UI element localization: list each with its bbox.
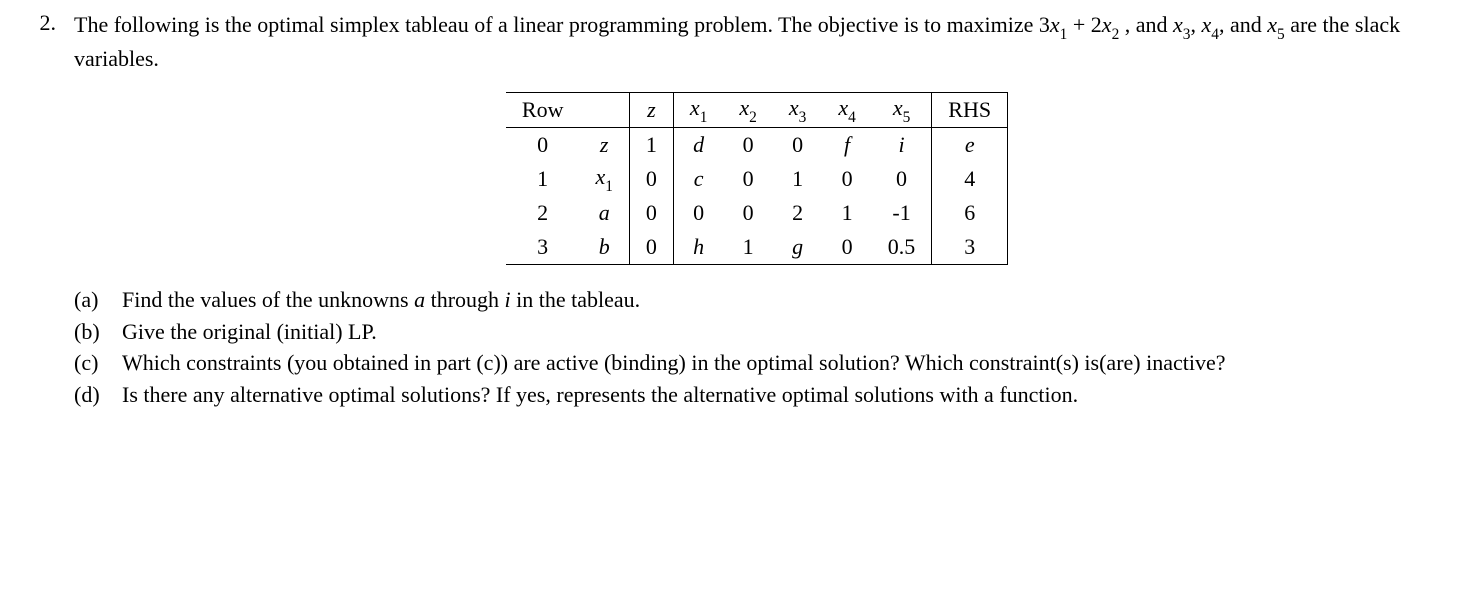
cell-rhs: 6: [932, 196, 1008, 230]
cell-rhs: 4: [932, 162, 1008, 196]
cell-basic: z: [579, 127, 629, 162]
header-row-label: Row: [506, 92, 580, 127]
cell-z: 1: [629, 127, 673, 162]
cell-basic: a: [579, 196, 629, 230]
cell-z: 0: [629, 196, 673, 230]
cell-x3: 1: [773, 162, 822, 196]
cell-x4: 1: [822, 196, 871, 230]
subpart-text: Is there any alternative optimal solutio…: [122, 380, 1440, 410]
cell-x3: g: [773, 230, 822, 265]
subpart-text: Which constraints (you obtained in part …: [122, 348, 1440, 378]
cell-x3: 0: [773, 127, 822, 162]
header-x2: x2: [723, 92, 772, 127]
cell-x1: c: [673, 162, 723, 196]
cell-x4: 0: [822, 230, 871, 265]
cell-z: 0: [629, 230, 673, 265]
subpart-b: (b) Give the original (initial) LP.: [74, 317, 1440, 347]
subpart-d: (d) Is there any alternative optimal sol…: [74, 380, 1440, 410]
subparts: (a) Find the values of the unknowns a th…: [74, 285, 1440, 410]
header-x1: x1: [673, 92, 723, 127]
cell-x1: d: [673, 127, 723, 162]
problem-content: The following is the optimal simplex tab…: [74, 10, 1440, 412]
tableau-header-row: Row z x1 x2 x3 x4 x5 RHS: [506, 92, 1008, 127]
subpart-a: (a) Find the values of the unknowns a th…: [74, 285, 1440, 315]
header-z: z: [629, 92, 673, 127]
cell-x1: h: [673, 230, 723, 265]
cell-x4: 0: [822, 162, 871, 196]
problem-number: 2.: [30, 10, 56, 36]
subpart-label: (d): [74, 380, 110, 410]
subpart-text: Find the values of the unknowns a throug…: [122, 285, 1440, 315]
cell-basic: x1: [579, 162, 629, 196]
header-rhs: RHS: [932, 92, 1008, 127]
cell-x2: 1: [723, 230, 772, 265]
cell-x2: 0: [723, 196, 772, 230]
cell-x1: 0: [673, 196, 723, 230]
cell-rownum: 2: [506, 196, 580, 230]
cell-x5: -1: [872, 196, 932, 230]
cell-x4: f: [822, 127, 871, 162]
cell-z: 0: [629, 162, 673, 196]
cell-x2: 0: [723, 162, 772, 196]
cell-rownum: 1: [506, 162, 580, 196]
table-row: 3 b 0 h 1 g 0 0.5 3: [506, 230, 1008, 265]
problem-block: 2. The following is the optimal simplex …: [30, 10, 1440, 412]
header-x5: x5: [872, 92, 932, 127]
cell-rownum: 3: [506, 230, 580, 265]
cell-rhs: 3: [932, 230, 1008, 265]
table-row: 0 z 1 d 0 0 f i e: [506, 127, 1008, 162]
header-blank: [579, 92, 629, 127]
subpart-text: Give the original (initial) LP.: [122, 317, 1440, 347]
cell-x2: 0: [723, 127, 772, 162]
subpart-label: (b): [74, 317, 110, 347]
cell-basic: b: [579, 230, 629, 265]
cell-rhs: e: [932, 127, 1008, 162]
cell-x3: 2: [773, 196, 822, 230]
simplex-tableau: Row z x1 x2 x3 x4 x5 RHS 0 z 1 d 0 0: [506, 92, 1008, 265]
cell-x5: 0.5: [872, 230, 932, 265]
problem-intro: The following is the optimal simplex tab…: [74, 10, 1440, 74]
subpart-c: (c) Which constraints (you obtained in p…: [74, 348, 1440, 378]
table-row: 1 x1 0 c 0 1 0 0 4: [506, 162, 1008, 196]
tableau-wrap: Row z x1 x2 x3 x4 x5 RHS 0 z 1 d 0 0: [74, 92, 1440, 265]
header-x3: x3: [773, 92, 822, 127]
header-x4: x4: [822, 92, 871, 127]
cell-x5: i: [872, 127, 932, 162]
table-row: 2 a 0 0 0 2 1 -1 6: [506, 196, 1008, 230]
subpart-label: (a): [74, 285, 110, 315]
cell-rownum: 0: [506, 127, 580, 162]
cell-x5: 0: [872, 162, 932, 196]
subpart-label: (c): [74, 348, 110, 378]
